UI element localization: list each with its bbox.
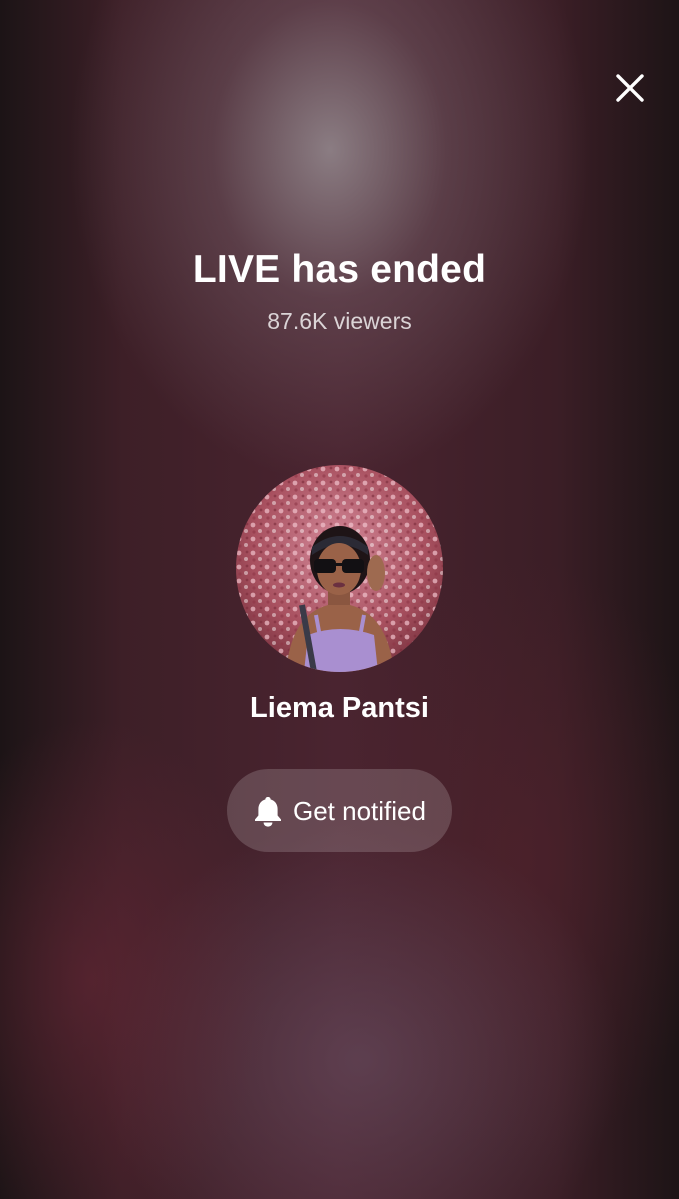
get-notified-button[interactable]: Get notified [227, 769, 452, 852]
viewer-count: 87.6K viewers [267, 308, 412, 334]
avatar[interactable] [236, 465, 443, 672]
close-button[interactable] [608, 66, 652, 110]
live-ended-screen: LIVE has ended 87.6K viewers Liema Pants… [0, 0, 679, 1199]
avatar-photo [236, 465, 443, 672]
bell-icon [253, 795, 283, 827]
host-name[interactable]: Liema Pantsi [0, 690, 679, 726]
live-ended-title: LIVE has ended [192, 248, 487, 291]
get-notified-label: Get notified [293, 795, 426, 826]
close-icon [616, 74, 644, 102]
